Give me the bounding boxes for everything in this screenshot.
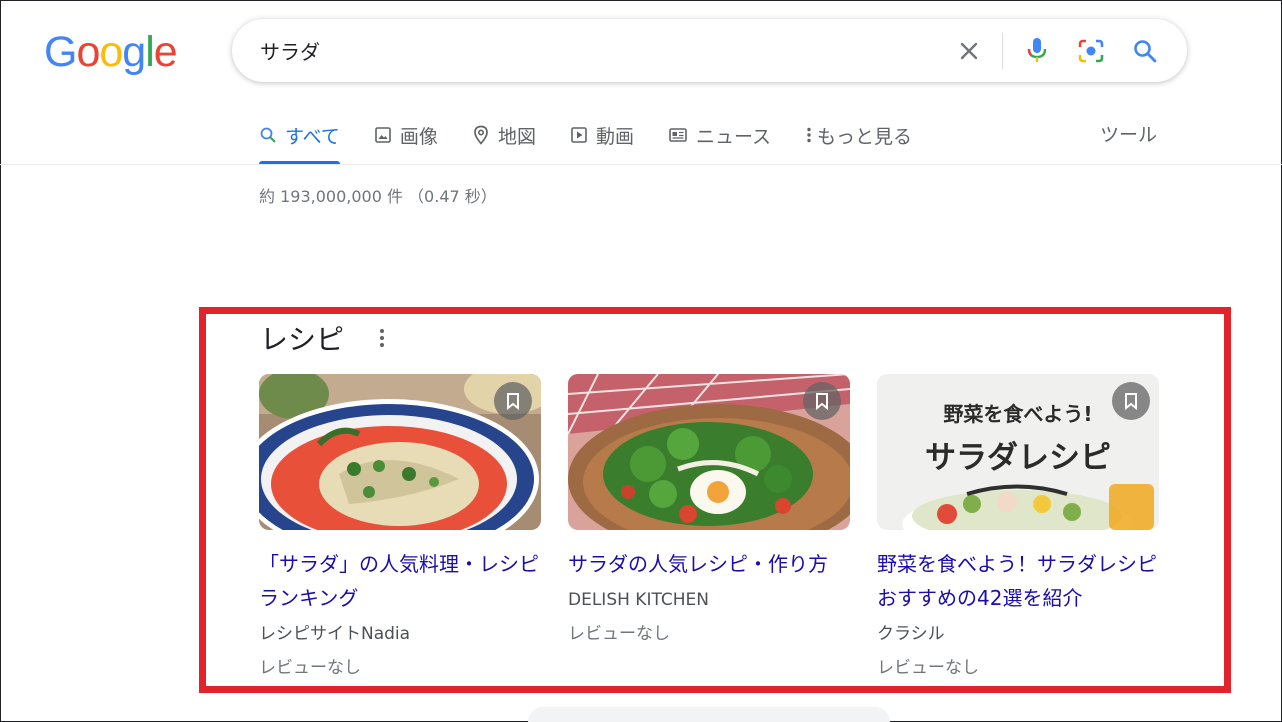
tab-news[interactable]: ニュース [668, 116, 771, 154]
recipe-card[interactable]: サラダの人気レシピ・作り方 DELISH KITCHEN レビューなし [568, 374, 850, 651]
tools-button[interactable]: ツール [1100, 116, 1157, 154]
recipe-image [568, 374, 850, 530]
search-icon [260, 127, 276, 143]
recipe-image-caption: サラダレシピ [925, 440, 1111, 476]
play-icon [571, 127, 587, 143]
logo-letter: o [99, 28, 123, 76]
recipe-title[interactable]: 「サラダ」の人気料理・レシピランキング [259, 547, 541, 615]
tab-label: ニュース [695, 125, 772, 148]
tabs-divider [0, 164, 1282, 165]
recipe-source: DELISH KITCHEN [568, 590, 709, 610]
tab-more[interactable]: もっと見る [805, 116, 912, 154]
search-icon[interactable] [1130, 36, 1160, 66]
tab-videos[interactable]: 動画 [570, 116, 634, 154]
tab-label: すべて [285, 125, 340, 148]
tab-all[interactable]: すべて [259, 116, 340, 164]
logo-letter: G [44, 28, 77, 76]
bookmark-icon[interactable] [1112, 382, 1150, 420]
tab-label: 地図 [497, 125, 536, 148]
map-pin-icon [474, 125, 488, 145]
result-stats: 約 193,000,000 件 （0.47 秒） [259, 187, 497, 206]
recipe-review: レビューなし [877, 658, 979, 678]
recipe-source: クラシル [877, 624, 945, 644]
recipe-card[interactable]: 「サラダ」の人気料理・レシピランキング レシピサイトNadia レビューなし [259, 374, 541, 685]
tab-label: もっと見る [817, 125, 913, 148]
mic-icon[interactable] [1022, 36, 1052, 66]
logo-letter: g [122, 28, 146, 76]
recipe-card[interactable]: 野菜を食べよう! サラダレシピ 野菜を食べよう！サラダレシピ おすすめの42選を… [877, 374, 1159, 685]
recipe-title[interactable]: 野菜を食べよう！サラダレシピ おすすめの42選を紹介 [877, 547, 1159, 615]
recipe-image [259, 374, 541, 530]
show-more-button[interactable] [528, 707, 890, 722]
tab-images[interactable]: 画像 [374, 116, 438, 154]
google-logo[interactable]: Google [44, 28, 178, 77]
logo-letter: o [76, 28, 100, 76]
tab-label: 動画 [595, 125, 634, 148]
search-divider [1002, 33, 1003, 69]
news-icon [669, 128, 687, 142]
recipe-image: 野菜を食べよう! サラダレシピ [877, 374, 1159, 530]
recipe-review: レビューなし [568, 624, 670, 644]
image-icon [375, 127, 391, 143]
more-vert-icon [807, 127, 811, 143]
search-box [232, 19, 1187, 82]
logo-letter: e [153, 28, 178, 76]
bookmark-icon[interactable] [803, 382, 841, 420]
recipe-source: レシピサイトNadia [259, 624, 411, 644]
tab-label: 画像 [399, 125, 438, 148]
search-input[interactable] [260, 19, 920, 82]
recipe-review: レビューなし [259, 658, 361, 678]
recipe-title[interactable]: サラダの人気レシピ・作り方 [568, 547, 850, 581]
close-icon[interactable] [954, 36, 984, 66]
more-options-icon[interactable] [372, 326, 392, 350]
search-tabs: すべて 画像 地図 動画 ニュース もっと見る [259, 116, 946, 166]
camera-lens-icon[interactable] [1076, 36, 1106, 66]
logo-letter: l [145, 28, 155, 76]
bookmark-icon[interactable] [494, 382, 532, 420]
tab-maps[interactable]: 地図 [472, 116, 536, 154]
recipes-heading: レシピ [260, 323, 345, 356]
